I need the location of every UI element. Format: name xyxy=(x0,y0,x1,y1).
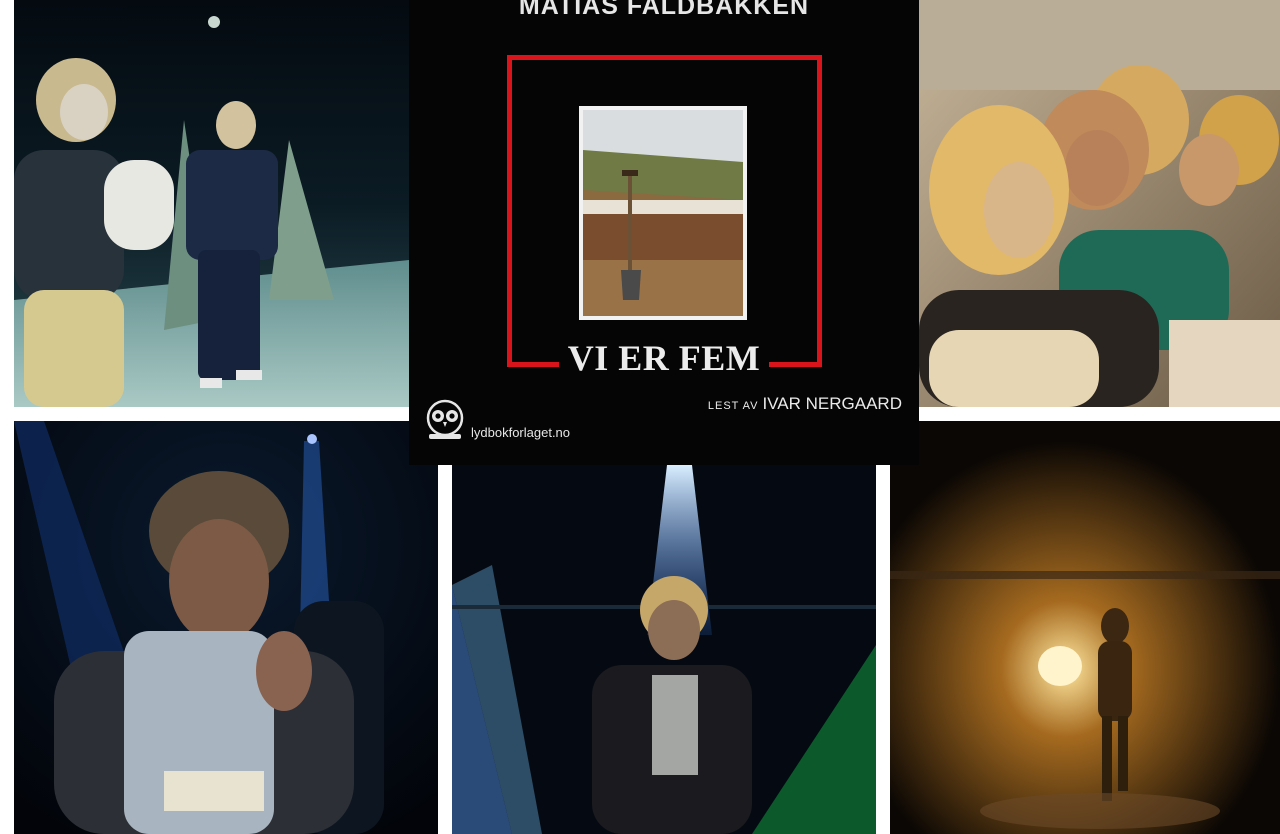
author-name: MATIAS FALDBAKKEN xyxy=(518,0,810,20)
cover-photo-shovel xyxy=(579,106,747,320)
publisher-logo: lydbokforlaget.no xyxy=(423,396,570,444)
owl-icon xyxy=(426,399,464,439)
audiobook-cover: MATIAS FALDBAKKEN VI ER FEM LEST AV IVAR … xyxy=(409,0,919,465)
photo-bottom-left xyxy=(14,421,438,834)
book-title: VI ER FEM xyxy=(567,338,761,378)
reader-credit: LEST AV IVAR NERGAARD xyxy=(708,394,902,414)
reader-name: IVAR NERGAARD xyxy=(762,394,903,413)
reader-prefix: LEST AV xyxy=(707,400,759,412)
photo-top-left xyxy=(14,0,409,407)
title-box: VI ER FEM xyxy=(559,336,769,380)
photo-bottom-right xyxy=(890,421,1280,834)
photo-bottom-middle xyxy=(452,465,876,834)
publisher-name: lydbokforlaget.no xyxy=(471,424,571,440)
photo-top-right xyxy=(919,0,1280,407)
